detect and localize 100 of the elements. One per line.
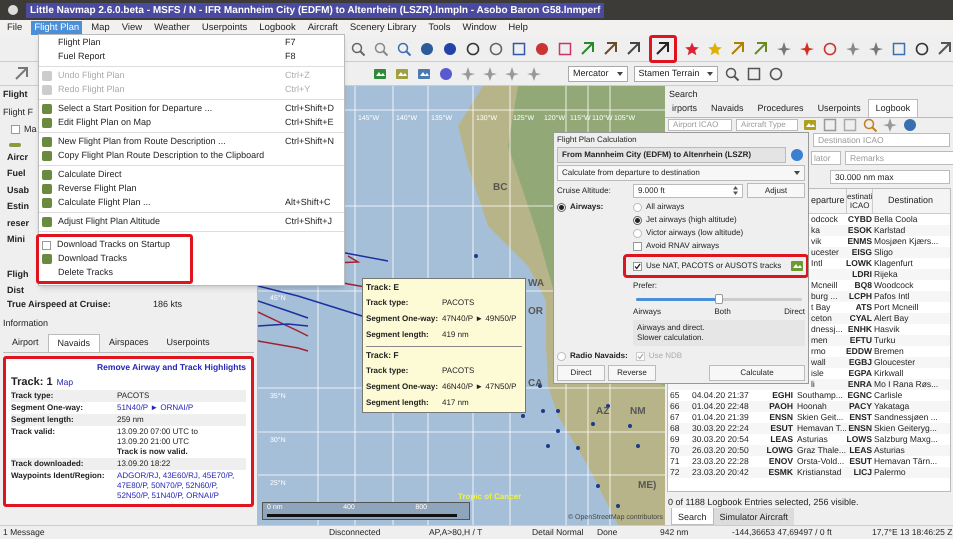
tab[interactable]: irports [665,100,704,117]
tab[interactable]: Navaids [48,334,100,352]
menu-entry[interactable]: Flight Plan F7 [39,36,344,50]
menu-entry[interactable]: Download Tracks [39,252,130,266]
menu-entry[interactable]: New Flight Plan from Route Description ... Ctrl+Shift+N [39,135,344,149]
arrow-icon[interactable] [937,40,953,56]
tab[interactable]: Procedures [750,100,811,117]
dialog-button[interactable]: Calculate [709,365,805,381]
menu-item[interactable]: Map [88,20,113,36]
star-icon[interactable] [707,40,723,56]
table-row[interactable]: 70 26.03.20 20:50 LOWG Graz Thale... LEAS Asturias [668,445,950,456]
waypoint-link[interactable]: 51N40/P ► ORNAI/P [117,403,194,414]
radio-button[interactable] [557,202,566,212]
menu-item[interactable]: Aircraft [304,20,341,36]
menu-entry[interactable]: Calculate Direct [39,168,125,182]
use-tracks-option[interactable]: Use NAT, PACOTS or AUSOTS tracks [633,261,785,271]
menu-item[interactable]: Userpoints [198,20,250,36]
menu-item[interactable]: Window [460,20,500,36]
radio-option[interactable]: All airways [633,202,684,212]
theme-dropdown[interactable]: Stamen Terrain [634,66,718,82]
menu-entry[interactable]: Edit Flight Plan on Map Ctrl+Shift+E [39,116,344,130]
distance-spinbox[interactable]: 30.000 nm max [830,170,950,184]
circle-icon[interactable] [914,40,930,56]
checkbox-option[interactable]: Ma [11,123,37,136]
prefer-slider[interactable] [636,294,802,304]
aircraft-field[interactable]: Aircraft Type [736,118,798,130]
remarks-field[interactable]: Remarks [845,150,953,164]
radio-option[interactable]: Jet airways (high altitude) [633,215,737,225]
checkbox[interactable] [633,262,642,270]
tab[interactable]: Userpoints [810,100,868,117]
menu-item[interactable]: Logbook [256,20,299,36]
projection-dropdown[interactable]: Mercator [568,66,628,82]
radio-button[interactable] [633,216,642,224]
menu-entry[interactable]: Reverse Flight Plan [39,182,140,196]
tab[interactable]: Navaids [704,100,751,117]
altitude-spinbox[interactable]: 9.000 ft [633,184,743,198]
checkbox[interactable] [11,125,20,134]
menu-entry[interactable]: Calculate Flight Plan ... Alt+Shift+C [39,196,344,210]
checkbox[interactable] [633,242,642,250]
square-icon[interactable] [511,40,527,56]
radio-button[interactable] [633,202,642,212]
zoom-icon[interactable] [396,40,412,56]
zoom-icon[interactable] [724,66,740,82]
circle-icon[interactable] [488,40,504,56]
zoom-icon[interactable] [373,40,389,56]
menu-item[interactable]: Tools [425,20,454,36]
close-icon[interactable] [8,5,18,15]
menu-entry[interactable]: Download Tracks on Startup [39,238,174,252]
dialog-button[interactable]: Direct [557,365,605,381]
tab[interactable]: Userpoints [158,334,219,352]
table-row[interactable]: 68 30.03.20 22:24 ESUT Hemavan T... ENSN Skien Geiteryg... [668,423,950,434]
star-icon[interactable] [684,40,700,56]
search-field[interactable]: lator [811,150,841,164]
square-icon[interactable] [557,40,573,56]
menu-item[interactable]: Scenery Library [346,20,420,36]
menu-item[interactable]: File [4,20,26,36]
dialog-button[interactable]: Reverse [608,365,656,381]
panel-tab[interactable]: Flight F [3,106,34,119]
menu-entry[interactable]: Fuel Report F8 [39,50,344,64]
circle-icon[interactable] [465,40,481,56]
menu-entry[interactable]: Delete Tracks [39,266,116,280]
radio-button[interactable] [557,352,566,360]
table-row[interactable]: 72 23.03.20 20:42 ESMK Kristianstad LICJ Palermo [668,467,950,478]
tab[interactable]: Simulator Aircraft [714,508,794,525]
menu-entry[interactable]: Select a Start Position for Departure ... Ctrl+Shift+D [39,102,344,116]
map-link[interactable]: Map [56,376,74,388]
airways-option[interactable]: Airways: [557,202,633,212]
tab[interactable]: Airspaces [100,334,158,352]
menu-item[interactable]: View [118,20,146,36]
arrow-icon[interactable] [580,40,596,56]
menu-entry[interactable]: Adjust Flight Plan Altitude Ctrl+Shift+J [39,215,344,229]
tab[interactable]: Search [671,508,714,525]
arrow-icon[interactable] [626,40,642,56]
mode-dropdown[interactable]: Calculate from departure to destination [557,165,805,181]
table-cell-text: li [811,379,816,390]
column-header[interactable]: estinati ICAO [846,189,872,213]
airport-field[interactable]: Airport ICAO [668,118,732,130]
table-row[interactable]: 67 01.04.20 21:39 ENSN Skien Geit... ENST Sandnessjøen ... [668,412,950,423]
arrow-icon[interactable] [603,40,619,56]
menu-entry[interactable]: Copy Flight Plan Route Description to the Clipboard [39,149,268,163]
table-row[interactable]: 69 30.03.20 20:54 LEAS Asturias LOWS Salzburg Maxg... [668,434,950,445]
menu-item[interactable]: Help [505,20,531,36]
adjust-button[interactable]: Adjust [747,183,805,198]
table-row[interactable]: 65 04.04.20 21:37 EGHI Southamp... EGNC Carlisle [668,390,950,401]
zoom-icon[interactable] [350,40,366,56]
tab[interactable]: Airport [3,334,48,352]
column-header[interactable]: eparture [811,189,846,213]
remove-highlights-link[interactable]: Remove Airway and Track Highlights [97,361,246,374]
tab[interactable]: Logbook [868,98,918,117]
table-row[interactable]: 71 23.03.20 22:28 ENOV Orsta-Vold... ESUT Hemavan Tärn... [668,456,950,467]
waypoint-link[interactable]: ADGOR/RJ, 43E60/RJ, 45E70/P, 47E80/P, 50N70/P, 52N60/P, 52N50/P, 51N40/P, ORNAI/P [117,471,246,502]
menu-item[interactable]: Weather [151,20,193,36]
table-row[interactable]: 66 01.04.20 22:48 PAOH Hoonah PACY Yakataga [668,401,950,412]
circle-icon[interactable] [442,40,458,56]
radio-navaids-option[interactable]: Radio Navaids: [557,351,628,361]
checkbox[interactable] [42,240,51,250]
radio-button[interactable] [633,228,642,238]
column-header[interactable]: Destination [872,189,948,213]
destination-field[interactable]: Destination ICAO [813,133,950,147]
search-icon[interactable] [862,116,878,132]
